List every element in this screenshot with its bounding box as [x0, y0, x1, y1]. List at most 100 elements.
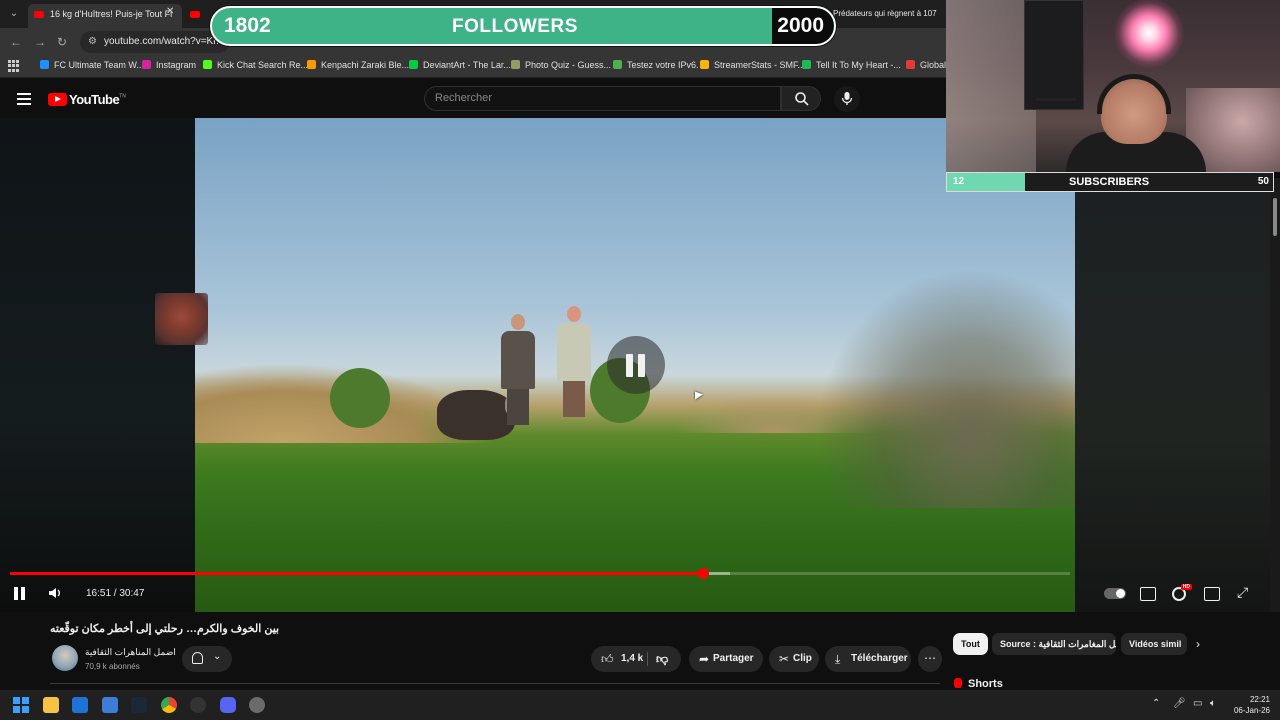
windows-start-icon[interactable]: [13, 697, 29, 713]
scrollbar-thumb[interactable]: [1273, 198, 1277, 236]
youtube-favicon-icon: [34, 11, 44, 18]
like-separator: [647, 652, 648, 666]
tray-chevron-icon[interactable]: ⌃: [1152, 698, 1160, 709]
tray-volume-icon[interactable]: 🔈︎: [1210, 698, 1216, 709]
search-icon: [795, 92, 809, 106]
logo-region: TN: [119, 93, 126, 100]
screen: ⌄ 16 kg d'Huîtres! Puis-je Tout Fi ✕ 巨大 …: [0, 0, 1280, 720]
tray-network-icon[interactable]: ▭: [1193, 698, 1202, 709]
page-scrollbar[interactable]: [1270, 178, 1280, 612]
tab-background[interactable]: Prédateurs qui règnent à 107: [818, 4, 946, 24]
webcam-star-light: [1114, 0, 1184, 68]
share-icon: ➦: [699, 652, 710, 666]
settings-gear-icon[interactable]: HD: [1172, 584, 1192, 601]
youtube-play-icon: [48, 93, 67, 106]
autoplay-toggle[interactable]: [1104, 588, 1126, 599]
notification-button[interactable]: ⌄: [182, 646, 232, 672]
youtube-header: YouTubeTN Rechercher: [0, 78, 946, 118]
bookmark-item[interactable]: Kenpachi Zaraki Ble...: [307, 60, 409, 70]
volume-button[interactable]: [48, 586, 62, 600]
tab-background[interactable]: [190, 4, 210, 28]
back-icon[interactable]: ←: [10, 35, 22, 49]
section-divider: [50, 683, 940, 684]
bookmark-item[interactable]: StreamerStats - SMF...: [700, 60, 805, 70]
webcam-headset: [1097, 74, 1171, 114]
bookmark-item[interactable]: Tell It To My Heart -...: [802, 60, 901, 70]
forward-icon[interactable]: →: [34, 35, 46, 49]
progress-played: [10, 572, 704, 575]
video-title: بين الخوف والكرم… رحلتي إلى أخطر مكان تو…: [50, 623, 280, 635]
bookmark-favicon-icon: [40, 60, 49, 69]
download-button[interactable]: ⤓ Télécharger: [825, 646, 911, 672]
video-bush: [330, 368, 390, 428]
bookmark-favicon-icon: [511, 60, 520, 69]
progress-bar[interactable]: [10, 568, 1070, 579]
file-explorer-icon[interactable]: [43, 697, 59, 713]
followers-goal-bar: 1802 FOLLOWERS 2000: [210, 6, 836, 46]
chip-source[interactable]: Source : افضل المغامرات الثقافية: [992, 633, 1116, 655]
microphone-icon: [841, 92, 853, 105]
chip-similar[interactable]: Vidéos simil: [1121, 633, 1187, 655]
video-person-right: [557, 306, 591, 417]
chevron-down-icon: ⌄: [213, 651, 222, 662]
like-dislike-group[interactable]: 👍︎ 1,4 k 👎︎: [591, 646, 681, 672]
steam-icon[interactable]: [131, 697, 147, 713]
discord-icon[interactable]: [220, 697, 236, 713]
clock[interactable]: 22:21 06-Jan-26: [1230, 694, 1270, 716]
bookmark-item[interactable]: FC Ultimate Team W...: [40, 60, 144, 70]
apps-grid-icon[interactable]: [8, 60, 20, 72]
share-button[interactable]: ➦ Partager: [689, 646, 763, 672]
player-ambient-right: [1075, 178, 1270, 612]
tab-close-icon[interactable]: ✕: [166, 6, 174, 17]
tab-active[interactable]: 16 kg d'Huîtres! Puis-je Tout Fi: [28, 4, 182, 28]
bookmark-favicon-icon: [613, 60, 622, 69]
bookmark-label: Instagram: [156, 60, 197, 70]
volume-icon: [49, 588, 60, 598]
followers-current: 1802: [224, 14, 271, 37]
bookmark-item[interactable]: Kick Chat Search Re...: [203, 60, 308, 70]
url-field[interactable]: ⚙ youtube.com/watch?v=Km: [80, 31, 230, 53]
subscribers-label: SUBSCRIBERS: [1069, 176, 1150, 188]
youtube-logo[interactable]: YouTubeTN: [48, 91, 126, 107]
chrome-icon[interactable]: [161, 697, 177, 713]
menu-icon[interactable]: [17, 93, 31, 105]
search-input[interactable]: Rechercher: [424, 86, 781, 111]
bookmark-label: Tell It To My Heart -...: [816, 60, 901, 70]
miniplayer-icon[interactable]: [1204, 587, 1220, 601]
site-info-icon[interactable]: ⚙: [88, 31, 97, 53]
youtube-favicon-icon: [190, 11, 200, 18]
bookmark-favicon-icon: [409, 60, 418, 69]
fullscreen-icon[interactable]: [1237, 584, 1253, 601]
bookmark-favicon-icon: [203, 60, 212, 69]
bookmark-item[interactable]: Photo Quiz - Guess...: [511, 60, 611, 70]
subtitles-icon[interactable]: [1140, 587, 1156, 601]
settings-icon[interactable]: [249, 697, 265, 713]
bookmark-item[interactable]: Instagram: [142, 60, 196, 70]
search-button[interactable]: [781, 86, 821, 111]
voice-search-button[interactable]: [834, 86, 860, 112]
clip-button[interactable]: ✂ Clip: [769, 646, 819, 672]
outlook-icon[interactable]: [72, 697, 88, 713]
bookmark-label: Testez votre IPv6.: [627, 60, 699, 70]
thumbs-down-icon[interactable]: 👎︎: [656, 646, 668, 672]
video-trees: [815, 268, 1075, 508]
search-placeholder: Rechercher: [435, 92, 492, 104]
bookmark-favicon-icon: [802, 60, 811, 69]
chip-all[interactable]: Tout: [953, 633, 988, 655]
pause-overlay-icon[interactable]: [607, 336, 665, 394]
pause-button[interactable]: [14, 587, 28, 600]
shorts-label: Shorts: [968, 678, 1003, 690]
obs-icon[interactable]: [190, 697, 206, 713]
channel-avatar[interactable]: [52, 645, 78, 671]
more-actions-button[interactable]: ⋯: [918, 646, 942, 672]
bookmark-item[interactable]: DeviantArt - The Lar...: [409, 60, 511, 70]
thumbs-up-icon[interactable]: 👍︎: [601, 646, 614, 672]
chevron-right-icon[interactable]: ›: [1196, 637, 1200, 651]
app-icon[interactable]: [102, 697, 118, 713]
reload-icon[interactable]: ↻: [57, 35, 67, 49]
bookmark-item[interactable]: Testez votre IPv6.: [613, 60, 699, 70]
tray-mic-icon[interactable]: 🎤︎: [1173, 698, 1186, 709]
bookmark-label: Kick Chat Search Re...: [217, 60, 309, 70]
tab-search-icon[interactable]: ⌄: [6, 6, 22, 22]
channel-name[interactable]: اضمل المناهرات الثقافية: [85, 647, 176, 658]
